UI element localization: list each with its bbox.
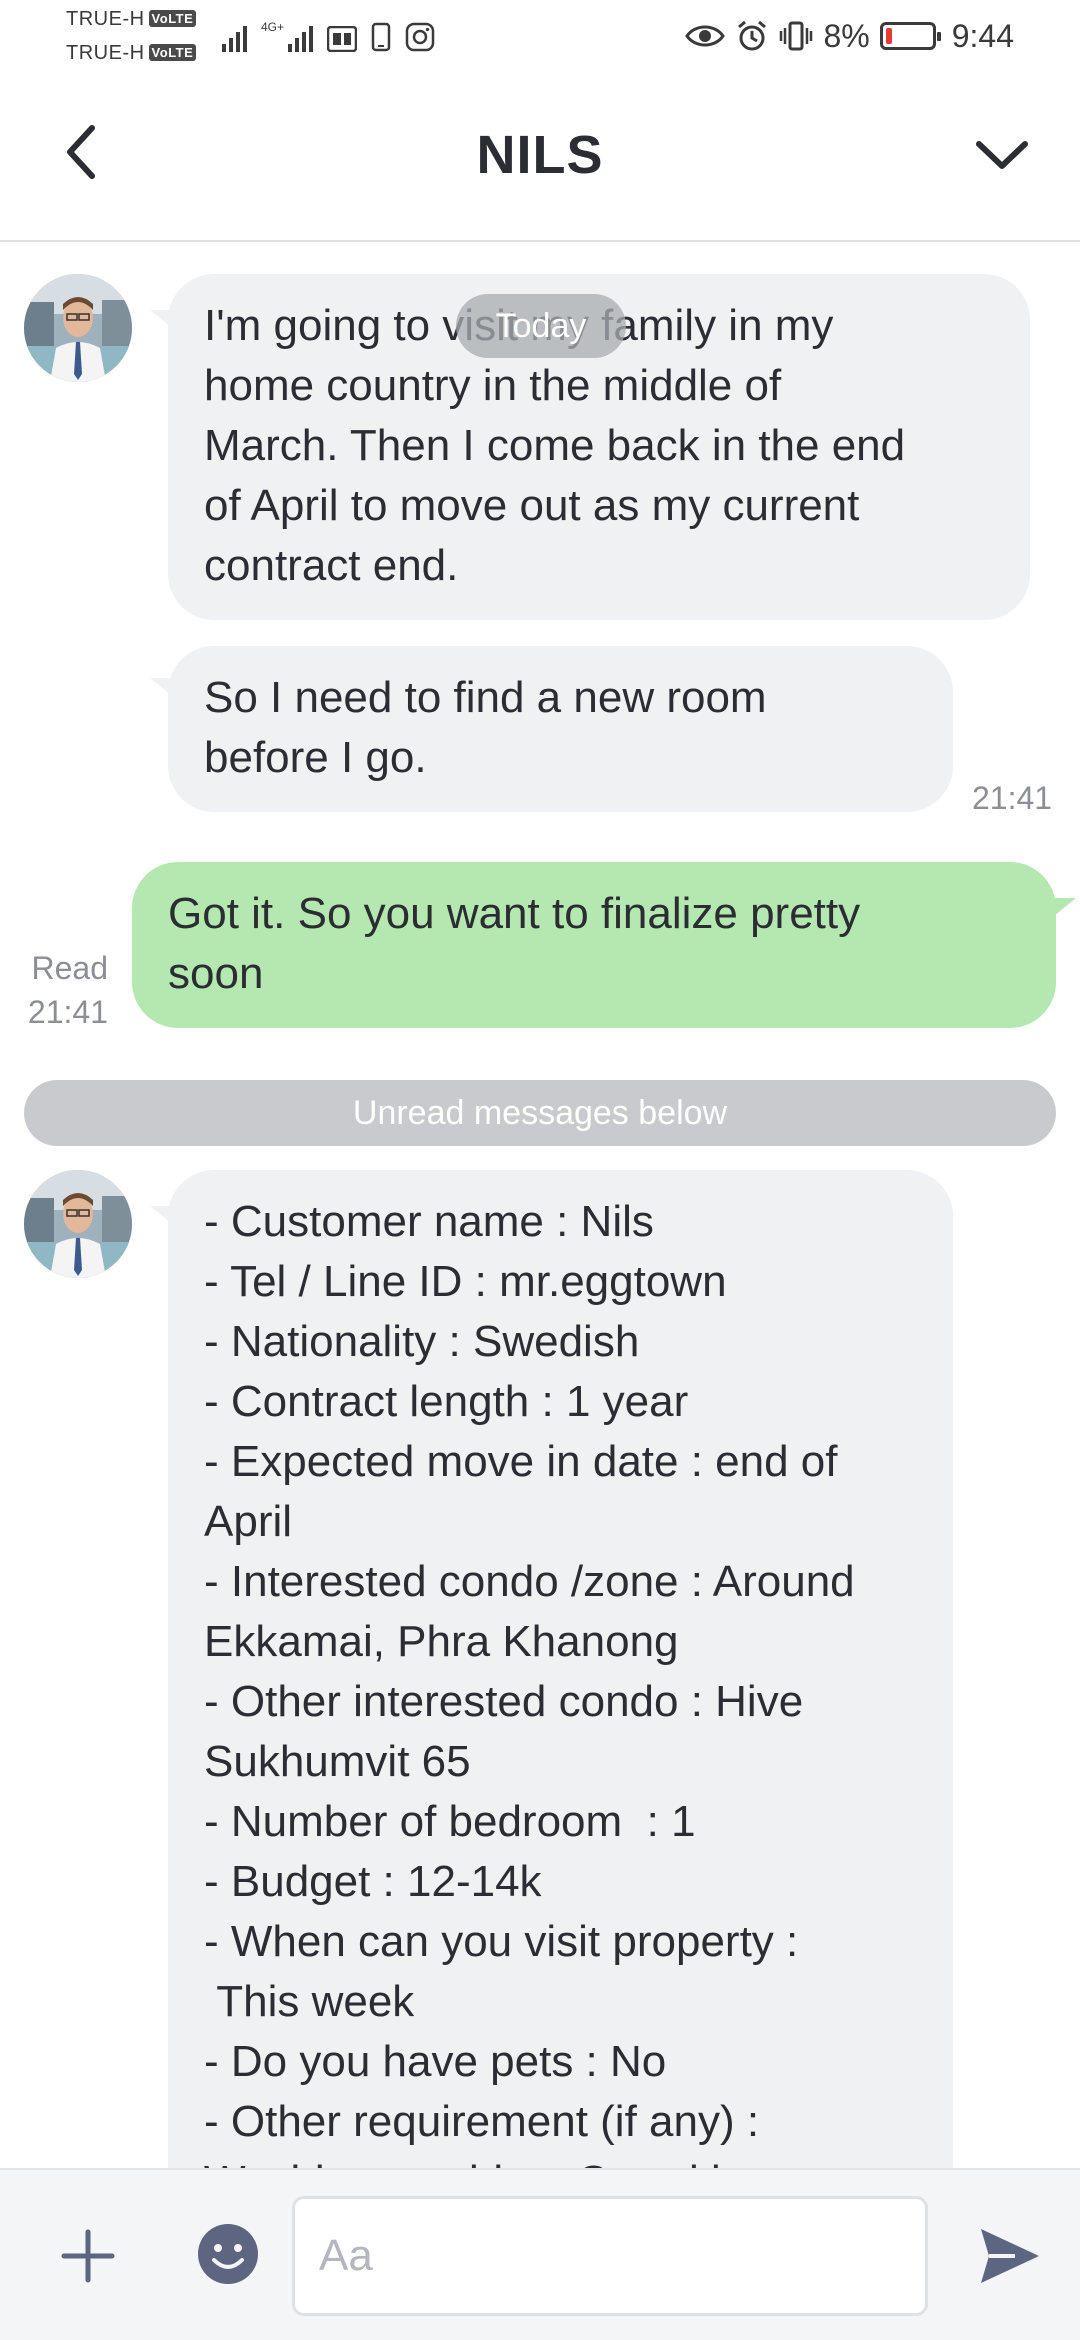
message-input-bar bbox=[0, 2168, 1080, 2340]
instagram-icon bbox=[405, 22, 435, 52]
signal-bars-icon bbox=[222, 22, 247, 52]
status-right-group: 8% 9:44 bbox=[685, 14, 1014, 58]
network-type-label: 4G+ bbox=[261, 20, 285, 34]
avatar[interactable] bbox=[24, 274, 132, 382]
chat-title: NILS bbox=[476, 125, 604, 185]
vibrate-icon bbox=[779, 20, 813, 52]
volte-badge: VoLTE bbox=[148, 10, 197, 27]
status-time: 9:44 bbox=[951, 17, 1014, 54]
chat-header: NILS bbox=[0, 72, 1080, 242]
message-bubble-incoming[interactable]: So I need to find a new room before I go… bbox=[168, 646, 953, 812]
plus-icon bbox=[61, 2229, 115, 2283]
volte-badge: VoLTE bbox=[148, 44, 197, 61]
bubble-tail bbox=[1054, 898, 1076, 916]
message-bubble-outgoing[interactable]: Got it. So you want to finalize pretty s… bbox=[132, 862, 1056, 1028]
send-icon bbox=[981, 2229, 1039, 2283]
carrier-label-2: TRUE-H VoLTE bbox=[66, 42, 197, 65]
profile-photo-icon bbox=[24, 1170, 132, 1278]
battery-icon bbox=[879, 22, 941, 50]
unread-messages-separator: Unread messages below bbox=[24, 1080, 1056, 1146]
menu-toggle-button[interactable] bbox=[972, 124, 1032, 184]
attach-button[interactable] bbox=[50, 2218, 126, 2294]
message-input[interactable] bbox=[292, 2196, 928, 2316]
hd-call-icon bbox=[327, 26, 358, 52]
phone-icon bbox=[371, 22, 391, 52]
avatar[interactable] bbox=[24, 1170, 132, 1278]
emoji-button[interactable] bbox=[196, 2222, 260, 2286]
date-separator: Today bbox=[456, 294, 626, 358]
signal-group: 4G+ bbox=[222, 18, 435, 52]
carrier-label-1: TRUE-H VoLTE bbox=[66, 8, 197, 31]
smiley-icon bbox=[198, 2224, 258, 2284]
eye-icon bbox=[685, 23, 726, 49]
alarm-icon bbox=[735, 19, 769, 53]
battery-percent: 8% bbox=[823, 17, 870, 54]
chat-message-list[interactable]: I'm going to visit my family in my home … bbox=[0, 242, 1080, 2168]
read-receipt-label: Read bbox=[31, 950, 109, 986]
signal-bars-icon bbox=[288, 22, 314, 52]
message-timestamp: 21:41 bbox=[27, 994, 108, 1030]
chevron-down-icon bbox=[976, 141, 1028, 169]
message-timestamp: 21:41 bbox=[972, 780, 1053, 816]
send-button[interactable] bbox=[974, 2220, 1046, 2292]
status-bar: TRUE-H VoLTE TRUE-H VoLTE 4G+ 8% 9:44 bbox=[0, 0, 1080, 72]
message-bubble-incoming[interactable]: - Customer name : Nils - Tel / Line ID :… bbox=[168, 1170, 953, 2168]
profile-photo-icon bbox=[24, 274, 132, 382]
